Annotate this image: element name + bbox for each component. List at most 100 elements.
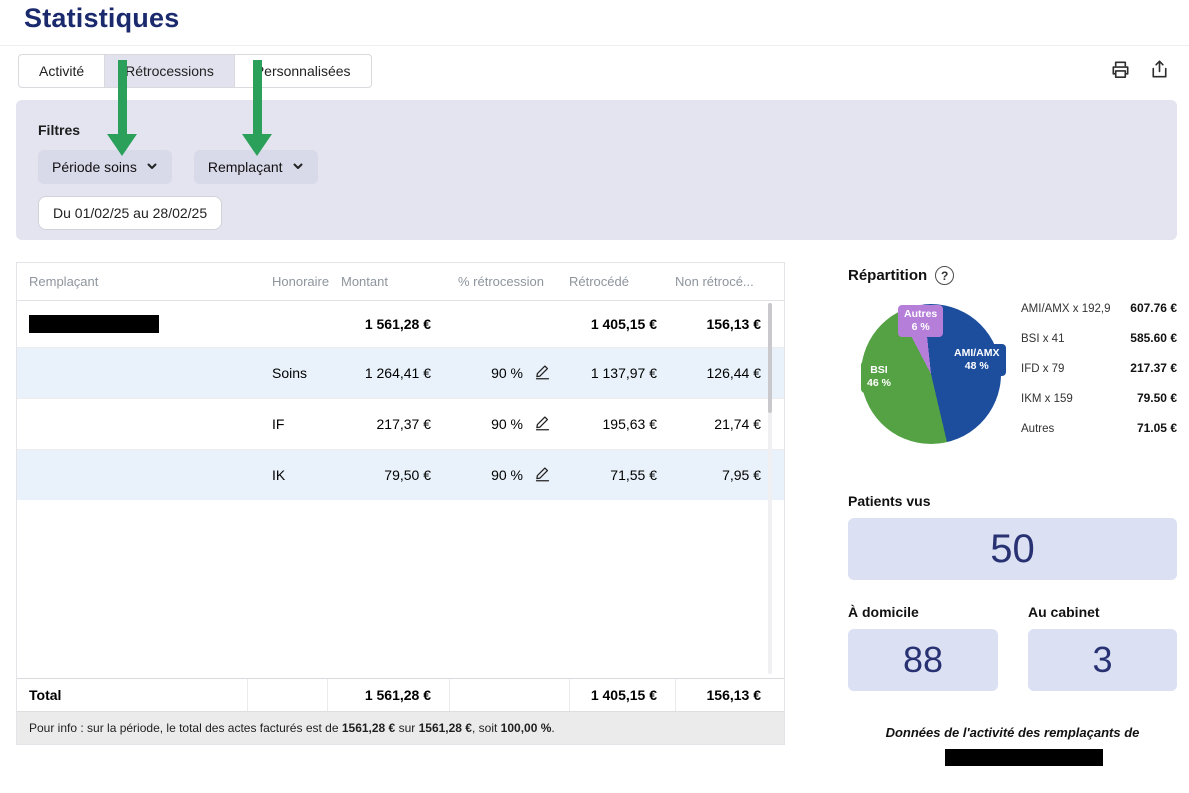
remplacant-label: Remplaçant bbox=[208, 159, 283, 175]
montant-value: 79,50 € bbox=[327, 467, 449, 483]
non-retrocede-value: 7,95 € bbox=[675, 467, 779, 483]
footer-bold-value: 1561,28 € bbox=[342, 721, 395, 735]
repartition-title: Répartition bbox=[848, 267, 927, 284]
legend-label: BSI x 41 bbox=[1021, 333, 1064, 345]
au-cabinet-value: 3 bbox=[1028, 629, 1177, 691]
tab-bar: Activité Rétrocessions Personnalisées bbox=[18, 54, 372, 88]
table-scrollbar[interactable] bbox=[768, 303, 772, 674]
pencil-edit-icon bbox=[534, 414, 551, 434]
col-retrocede: Rétrocédé bbox=[569, 274, 675, 289]
taux-value: 90 % bbox=[491, 365, 523, 381]
pie-label-autres: Autres 6 % bbox=[898, 305, 943, 337]
period-soins-dropdown[interactable]: Période soins bbox=[38, 150, 172, 184]
sidebar-footnote: Données de l'activité des remplaçants de bbox=[848, 725, 1177, 740]
footer-bold-value: 1561,28 € bbox=[419, 721, 472, 735]
patients-vus-value: 50 bbox=[848, 518, 1177, 580]
statistics-page: Statistiques Activité Rétrocessions Pers… bbox=[0, 0, 1189, 793]
col-honoraire: Honoraire bbox=[247, 274, 327, 289]
chevron-down-icon bbox=[146, 159, 158, 175]
pencil-edit-icon bbox=[534, 363, 551, 383]
legend-value: 217.37 € bbox=[1130, 361, 1177, 375]
footer-bold-value: 100,00 % bbox=[501, 721, 552, 735]
footer-text: Pour info : sur la période, le total des… bbox=[29, 721, 342, 735]
col-remplacant: Remplaçant bbox=[17, 274, 247, 289]
export-button[interactable] bbox=[1148, 58, 1171, 84]
table-header-row: Remplaçant Honoraire Montant % rétrocess… bbox=[17, 263, 784, 300]
table-total-row: Total 1 561,28 € 1 405,15 € 156,13 € bbox=[17, 678, 784, 711]
tab-retrocessions[interactable]: Rétrocessions bbox=[105, 54, 235, 88]
legend-item: BSI x 41 585.60 € bbox=[1021, 331, 1177, 345]
group-non-retrocede: 156,13 € bbox=[675, 316, 779, 332]
montant-value: 217,37 € bbox=[327, 416, 449, 432]
legend-label: Autres bbox=[1021, 423, 1054, 435]
footer-text: . bbox=[551, 721, 554, 735]
scrollbar-thumb[interactable] bbox=[768, 303, 772, 413]
table-group-row[interactable]: 1 561,28 € 1 405,15 € 156,13 € bbox=[17, 300, 784, 347]
legend-value: 607.76 € bbox=[1130, 301, 1177, 315]
table-row-if: IF 217,37 € 90 % 195,63 € 21,74 € bbox=[17, 398, 784, 449]
share-export-icon bbox=[1148, 58, 1171, 84]
tab-activite[interactable]: Activité bbox=[18, 54, 105, 88]
table-row-ik: IK 79,50 € 90 % 71,55 € 7,95 € bbox=[17, 449, 784, 500]
legend-label: IKM x 159 bbox=[1021, 393, 1073, 405]
honoraire-label: Soins bbox=[247, 365, 327, 381]
tab-personnalisees[interactable]: Personnalisées bbox=[235, 54, 372, 88]
slice-name: AMI/AMX bbox=[954, 347, 1000, 360]
pie-label-ami-amx: AMI/AMX 48 % bbox=[948, 344, 1006, 376]
honoraire-label: IK bbox=[247, 467, 327, 483]
group-retrocede: 1 405,15 € bbox=[569, 316, 675, 332]
au-cabinet-label: Au cabinet bbox=[1028, 604, 1100, 620]
date-range-chip[interactable]: Du 01/02/25 au 28/02/25 bbox=[38, 196, 222, 230]
slice-pct: 48 % bbox=[954, 360, 1000, 373]
group-montant: 1 561,28 € bbox=[327, 316, 449, 332]
edit-taux-button[interactable] bbox=[534, 363, 551, 383]
slice-name: BSI bbox=[867, 364, 891, 377]
total-non-retrocede: 156,13 € bbox=[675, 679, 779, 711]
filters-dropdown-row: Période soins Remplaçant bbox=[38, 150, 318, 184]
col-non-retrocede: Non rétrocé... bbox=[675, 274, 779, 289]
pie-legend: AMI/AMX x 192,9 607.76 € BSI x 41 585.60… bbox=[1021, 301, 1177, 435]
footer-text: sur bbox=[395, 721, 418, 735]
legend-value: 79.50 € bbox=[1137, 391, 1177, 405]
taux-value: 90 % bbox=[491, 467, 523, 483]
col-montant: Montant bbox=[327, 274, 449, 289]
page-header: Statistiques bbox=[0, 0, 1189, 46]
col-pct-retrocession: % rétrocession bbox=[449, 274, 569, 289]
slice-pct: 6 % bbox=[904, 321, 937, 334]
legend-item: AMI/AMX x 192,9 607.76 € bbox=[1021, 301, 1177, 315]
help-icon[interactable]: ? bbox=[935, 266, 954, 285]
printer-icon bbox=[1109, 58, 1132, 84]
table-empty-area bbox=[17, 500, 784, 678]
legend-value: 71.05 € bbox=[1137, 421, 1177, 435]
stats-sidebar: Répartition ? Autres 6 % AMI/AMX 48 % BS… bbox=[848, 262, 1177, 787]
page-title: Statistiques bbox=[24, 3, 179, 34]
legend-item: IKM x 159 79.50 € bbox=[1021, 391, 1177, 405]
legend-value: 585.60 € bbox=[1130, 331, 1177, 345]
edit-taux-button[interactable] bbox=[534, 414, 551, 434]
total-montant: 1 561,28 € bbox=[327, 679, 449, 711]
slice-name: Autres bbox=[904, 308, 937, 321]
non-retrocede-value: 126,44 € bbox=[675, 365, 779, 381]
total-retrocede: 1 405,15 € bbox=[569, 679, 675, 711]
redacted-remplacant-name bbox=[945, 749, 1103, 766]
print-button[interactable] bbox=[1109, 58, 1132, 84]
pencil-edit-icon bbox=[534, 465, 551, 485]
taux-value: 90 % bbox=[491, 416, 523, 432]
edit-taux-button[interactable] bbox=[534, 465, 551, 485]
retrocede-value: 1 137,97 € bbox=[569, 365, 675, 381]
pie-label-bsi: BSI 46 % bbox=[861, 361, 897, 393]
legend-label: IFD x 79 bbox=[1021, 363, 1064, 375]
legend-item: IFD x 79 217.37 € bbox=[1021, 361, 1177, 375]
retrocede-value: 195,63 € bbox=[569, 416, 675, 432]
footer-text: , soit bbox=[472, 721, 501, 735]
table-row-soins: Soins 1 264,41 € 90 % 1 137,97 € 126,44 … bbox=[17, 347, 784, 398]
toolbar bbox=[1109, 58, 1171, 84]
total-label: Total bbox=[17, 679, 247, 711]
filters-panel: Filtres Période soins Remplaçant Du 01/0… bbox=[16, 100, 1177, 240]
period-soins-label: Période soins bbox=[52, 159, 137, 175]
remplacant-dropdown[interactable]: Remplaçant bbox=[194, 150, 318, 184]
chevron-down-icon bbox=[292, 159, 304, 175]
a-domicile-value: 88 bbox=[848, 629, 998, 691]
montant-value: 1 264,41 € bbox=[327, 365, 449, 381]
retrocede-value: 71,55 € bbox=[569, 467, 675, 483]
